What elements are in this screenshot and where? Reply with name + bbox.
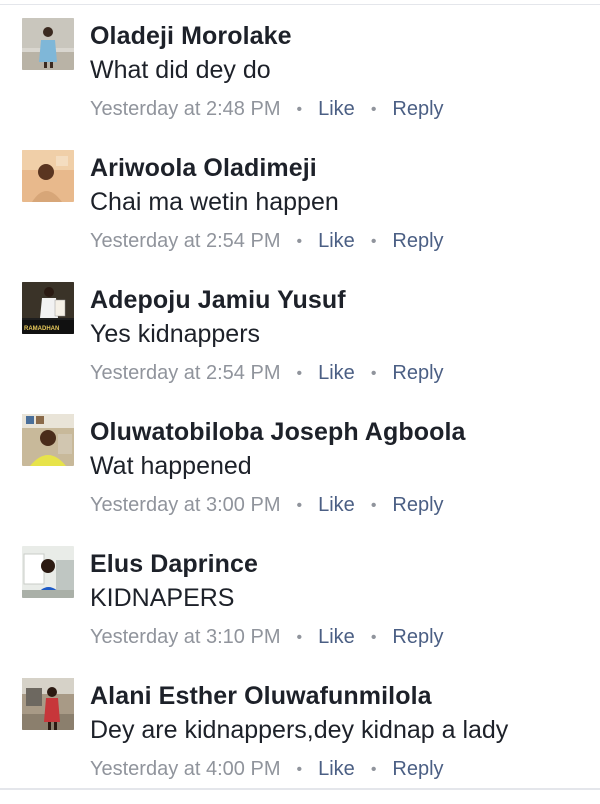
comment-author[interactable]: Ariwoola Oladimeji xyxy=(90,154,317,183)
comment-list: Oladeji Morolake What did dey do Yesterd… xyxy=(0,12,600,804)
reply-button[interactable]: Reply xyxy=(392,758,443,781)
like-button[interactable]: Like xyxy=(318,626,355,649)
separator-dot: • xyxy=(296,496,303,514)
comment-meta: Yesterday at 2:54 PM • Like • Reply xyxy=(90,362,444,385)
separator-dot: • xyxy=(370,760,377,778)
separator-dot: • xyxy=(370,364,377,382)
comment-text: Dey are kidnappers,dey kidnap a lady xyxy=(90,716,509,744)
comment-timestamp[interactable]: Yesterday at 3:10 PM xyxy=(90,626,281,649)
avatar-caption: RAMADHAN xyxy=(24,326,59,332)
comment-text: Chai ma wetin happen xyxy=(90,188,339,216)
like-button[interactable]: Like xyxy=(318,362,355,385)
separator-dot: • xyxy=(296,232,303,250)
profile-photo-icon: RAMADHAN xyxy=(22,282,74,334)
comment-item: RAMADHAN Adepoju Jamiu Yusuf Yes kidnapp… xyxy=(0,276,600,408)
comment-author[interactable]: Elus Daprince xyxy=(90,550,258,579)
comment-meta: Yesterday at 2:54 PM • Like • Reply xyxy=(90,230,444,253)
separator-dot: • xyxy=(296,628,303,646)
bottom-divider xyxy=(0,788,600,790)
profile-photo-icon xyxy=(22,414,74,466)
avatar[interactable] xyxy=(22,546,74,598)
comment-item: Oladeji Morolake What did dey do Yesterd… xyxy=(0,12,600,144)
profile-photo-icon xyxy=(22,150,74,202)
reply-button[interactable]: Reply xyxy=(392,362,443,385)
comment-author[interactable]: Oladeji Morolake xyxy=(90,22,292,51)
comment-text: Yes kidnappers xyxy=(90,320,261,348)
separator-dot: • xyxy=(296,364,303,382)
comment-timestamp[interactable]: Yesterday at 2:54 PM xyxy=(90,362,281,385)
comment-item: Ariwoola Oladimeji Chai ma wetin happen … xyxy=(0,144,600,276)
comment-meta: Yesterday at 2:48 PM • Like • Reply xyxy=(90,98,444,121)
separator-dot: • xyxy=(296,100,303,118)
comment-timestamp[interactable]: Yesterday at 3:00 PM xyxy=(90,494,281,517)
separator-dot: • xyxy=(296,760,303,778)
reply-button[interactable]: Reply xyxy=(392,494,443,517)
reply-button[interactable]: Reply xyxy=(392,230,443,253)
like-button[interactable]: Like xyxy=(318,230,355,253)
reply-button[interactable]: Reply xyxy=(392,626,443,649)
comment-author[interactable]: Adepoju Jamiu Yusuf xyxy=(90,286,346,315)
comment-item: Oluwatobiloba Joseph Agboola Wat happene… xyxy=(0,408,600,540)
comment-author[interactable]: Oluwatobiloba Joseph Agboola xyxy=(90,418,466,447)
avatar[interactable] xyxy=(22,414,74,466)
comment-timestamp[interactable]: Yesterday at 2:48 PM xyxy=(90,98,281,121)
comment-text: Wat happened xyxy=(90,452,252,480)
profile-photo-icon xyxy=(22,18,74,70)
comment-meta: Yesterday at 3:10 PM • Like • Reply xyxy=(90,626,444,649)
like-button[interactable]: Like xyxy=(318,758,355,781)
comment-timestamp[interactable]: Yesterday at 4:00 PM xyxy=(90,758,281,781)
comment-text: What did dey do xyxy=(90,56,271,84)
avatar[interactable] xyxy=(22,18,74,70)
avatar[interactable] xyxy=(22,150,74,202)
profile-photo-icon xyxy=(22,678,74,730)
comment-meta: Yesterday at 3:00 PM • Like • Reply xyxy=(90,494,444,517)
comment-item: Elus Daprince KIDNAPERS Yesterday at 3:1… xyxy=(0,540,600,672)
avatar[interactable] xyxy=(22,678,74,730)
separator-dot: • xyxy=(370,496,377,514)
profile-photo-icon xyxy=(22,546,74,598)
comment-timestamp[interactable]: Yesterday at 2:54 PM xyxy=(90,230,281,253)
comment-text: KIDNAPERS xyxy=(90,584,235,612)
reply-button[interactable]: Reply xyxy=(392,98,443,121)
like-button[interactable]: Like xyxy=(318,98,355,121)
avatar[interactable]: RAMADHAN xyxy=(22,282,74,334)
comment-meta: Yesterday at 4:00 PM • Like • Reply xyxy=(90,758,444,781)
comment-author[interactable]: Alani Esther Oluwafunmilola xyxy=(90,682,432,711)
comment-item: Alani Esther Oluwafunmilola Dey are kidn… xyxy=(0,672,600,804)
like-button[interactable]: Like xyxy=(318,494,355,517)
separator-dot: • xyxy=(370,100,377,118)
separator-dot: • xyxy=(370,628,377,646)
separator-dot: • xyxy=(370,232,377,250)
top-divider xyxy=(0,4,600,5)
